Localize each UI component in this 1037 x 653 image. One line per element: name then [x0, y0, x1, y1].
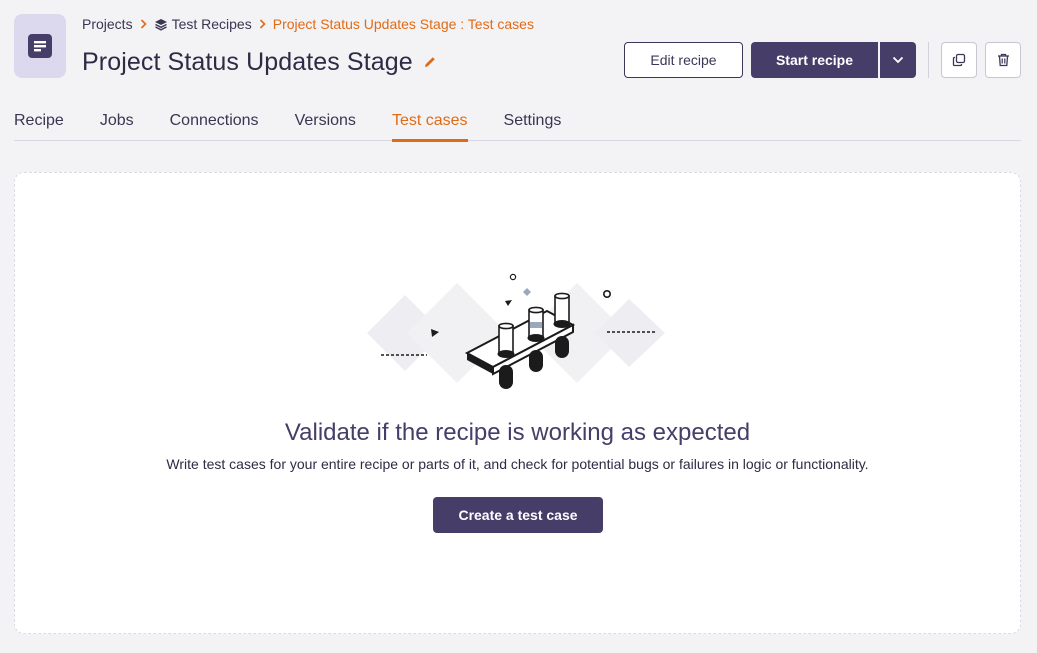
- toolbar-divider: [928, 42, 929, 78]
- page-title: Project Status Updates Stage: [82, 47, 413, 76]
- tab-bar: Recipe Jobs Connections Versions Test ca…: [14, 104, 1021, 142]
- edit-recipe-button[interactable]: Edit recipe: [624, 42, 743, 78]
- start-recipe-dropdown-button[interactable]: [880, 42, 916, 78]
- empty-state-title: Validate if the recipe is working as exp…: [284, 419, 751, 446]
- chevron-right-icon: [259, 19, 266, 29]
- breadcrumb-projects[interactable]: Projects: [82, 16, 133, 32]
- tab-test-cases[interactable]: Test cases: [391, 104, 468, 142]
- tab-recipe[interactable]: Recipe: [14, 104, 64, 141]
- tab-jobs[interactable]: Jobs: [100, 104, 134, 141]
- recipe-document-icon: [14, 14, 66, 78]
- test-tubes-illustration: [367, 273, 665, 389]
- chevron-right-icon: [140, 19, 147, 29]
- start-recipe-button[interactable]: Start recipe: [751, 42, 878, 78]
- copy-icon: [952, 53, 966, 67]
- delete-button[interactable]: [985, 42, 1021, 78]
- breadcrumb-folder[interactable]: Test Recipes: [154, 16, 252, 32]
- breadcrumb: Projects Test Recipes Project Status Upd…: [82, 15, 534, 33]
- test-cases-empty-state-card: Validate if the recipe is working as exp…: [14, 172, 1021, 634]
- empty-state-description: Write test cases for your entire recipe …: [166, 456, 869, 472]
- page: Projects Test Recipes Project Status Upd…: [0, 0, 1037, 653]
- tab-settings[interactable]: Settings: [504, 104, 562, 141]
- breadcrumb-current: Project Status Updates Stage : Test case…: [272, 16, 534, 32]
- breadcrumb-folder-label: Test Recipes: [171, 16, 252, 32]
- title-row: Project Status Updates Stage: [82, 45, 437, 79]
- tab-connections[interactable]: Connections: [170, 104, 259, 141]
- stack-icon: [154, 18, 167, 31]
- duplicate-button[interactable]: [941, 42, 977, 78]
- tab-versions[interactable]: Versions: [295, 104, 356, 141]
- create-test-case-button[interactable]: Create a test case: [433, 497, 603, 533]
- pencil-icon[interactable]: [423, 55, 437, 69]
- trash-icon: [997, 53, 1009, 67]
- chevron-down-icon: [892, 56, 904, 64]
